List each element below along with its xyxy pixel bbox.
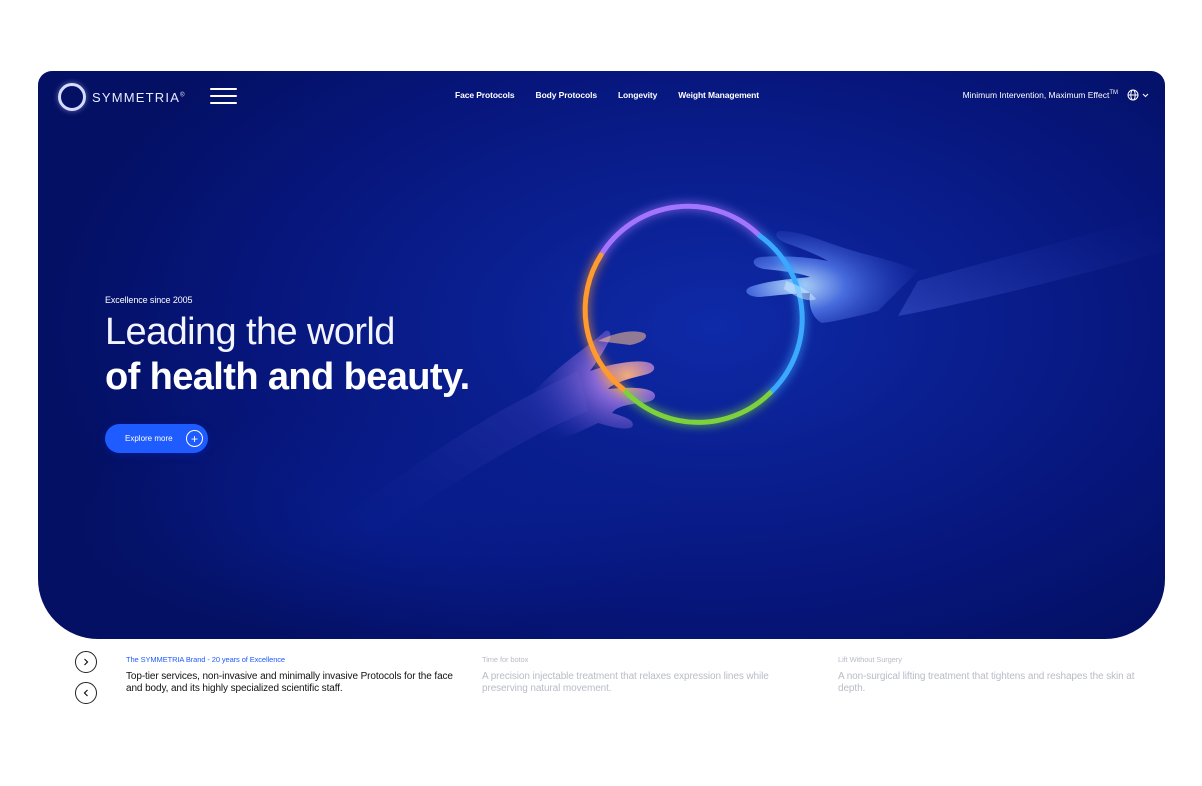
brand-tagline: Minimum Intervention, Maximum EffectTM: [962, 90, 1118, 100]
nav-item-body-protocols[interactable]: Body Protocols: [536, 90, 598, 100]
nav-item-weight-management[interactable]: Weight Management: [678, 90, 759, 100]
brand-name: SYMMETRIA®: [92, 89, 186, 105]
slide-kicker: Time for botox: [482, 655, 529, 664]
carousel-slide-active[interactable]: The SYMMETRIA Brand - 20 years of Excell…: [126, 655, 456, 695]
hero-headline-bold: of health and beauty.: [105, 356, 470, 398]
chevron-right-icon: [84, 658, 89, 666]
carousel-prev-button[interactable]: [75, 682, 97, 704]
chevron-left-icon: [83, 689, 88, 697]
nav-item-longevity[interactable]: Longevity: [618, 90, 657, 100]
carousel-slide[interactable]: Lift Without Surgery A non-surgical lift…: [838, 655, 1156, 695]
carousel-next-button[interactable]: [75, 651, 97, 673]
hero-copy: Excellence since 2005 Leading the world …: [105, 295, 470, 399]
primary-nav: Face Protocols Body Protocols Longevity …: [455, 90, 759, 100]
page: SYMMETRIA® Face Protocols Body Protocols…: [0, 0, 1202, 786]
slide-description: Top-tier services, non-invasive and mini…: [126, 671, 453, 694]
brand-ring-icon: [58, 83, 86, 111]
explore-more-label: Explore more: [125, 434, 173, 443]
explore-more-button[interactable]: Explore more +: [105, 424, 208, 453]
hero-eyebrow: Excellence since 2005: [105, 295, 193, 305]
brand-logo[interactable]: SYMMETRIA®: [58, 83, 186, 111]
slide-description: A non-surgical lifting treatment that ti…: [838, 671, 1135, 694]
slide-description: A precision injectable treatment that re…: [482, 671, 769, 694]
top-navigation-bar: SYMMETRIA® Face Protocols Body Protocols…: [38, 71, 1165, 121]
slide-kicker: The SYMMETRIA Brand - 20 years of Excell…: [126, 655, 286, 664]
hero-banner: SYMMETRIA® Face Protocols Body Protocols…: [38, 71, 1165, 639]
plus-icon: +: [186, 430, 203, 447]
slide-kicker: Lift Without Surgery: [838, 655, 902, 664]
hamburger-menu-icon[interactable]: [210, 87, 237, 105]
language-selector[interactable]: [1127, 89, 1149, 101]
globe-icon: [1127, 89, 1139, 101]
carousel-slide[interactable]: Time for botox A precision injectable tr…: [482, 655, 812, 695]
hero-headline-light: Leading the world: [105, 311, 395, 353]
chevron-down-icon: [1142, 93, 1149, 97]
nav-item-face-protocols[interactable]: Face Protocols: [455, 90, 515, 100]
